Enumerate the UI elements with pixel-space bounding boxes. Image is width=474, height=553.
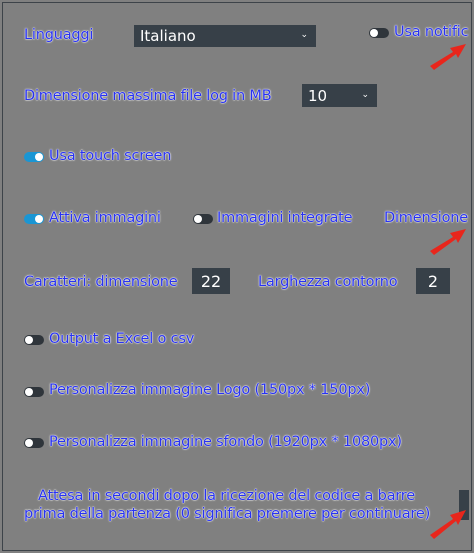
chevron-down-icon: ⌄: [361, 89, 369, 100]
custom-logo-toggle[interactable]: [24, 387, 44, 397]
outline-width-label: Larghezza contorno: [258, 274, 398, 290]
log-size-label: Dimensione massima file log in MB: [24, 88, 272, 104]
font-size-input[interactable]: 22: [192, 268, 230, 294]
language-select[interactable]: Italiano ⌄: [134, 25, 316, 47]
custom-background-label: Personalizza immagine sfondo (1920px * 1…: [49, 434, 402, 450]
image-size-label: Dimensione: [384, 210, 468, 226]
language-label: Linguaggi: [24, 27, 94, 43]
integrated-images-toggle[interactable]: [193, 214, 213, 224]
log-size-select-value: 10: [308, 86, 328, 105]
custom-background-toggle[interactable]: [24, 438, 44, 448]
custom-logo-label: Personalizza immagine Logo (150px * 150p…: [49, 382, 371, 398]
touch-screen-label: Usa touch screen: [49, 148, 172, 164]
outline-width-input[interactable]: 2: [416, 268, 450, 294]
enable-images-toggle[interactable]: [24, 214, 44, 224]
notifications-toggle[interactable]: [369, 28, 389, 38]
log-size-select[interactable]: 10 ⌄: [302, 84, 377, 107]
barcode-wait-label-line2: prima della partenza (0 significa premer…: [24, 506, 431, 522]
arrow-icon: [430, 44, 466, 70]
arrow-icon: [430, 510, 466, 539]
touch-screen-toggle[interactable]: [24, 152, 44, 162]
language-select-value: Italiano: [140, 27, 196, 45]
integrated-images-label: Immagini integrate: [217, 210, 353, 226]
enable-images-label: Attiva immagini: [49, 210, 161, 226]
chevron-down-icon: ⌄: [300, 30, 308, 40]
font-size-label: Caratteri: dimensione: [24, 274, 178, 290]
excel-output-toggle[interactable]: [24, 335, 44, 345]
notifications-label: Usa notific: [394, 24, 469, 40]
barcode-wait-label-line1: Attesa in secondi dopo la ricezione del …: [38, 488, 415, 504]
arrow-icon: [430, 229, 466, 255]
excel-output-label: Output a Excel o csv: [49, 331, 195, 347]
